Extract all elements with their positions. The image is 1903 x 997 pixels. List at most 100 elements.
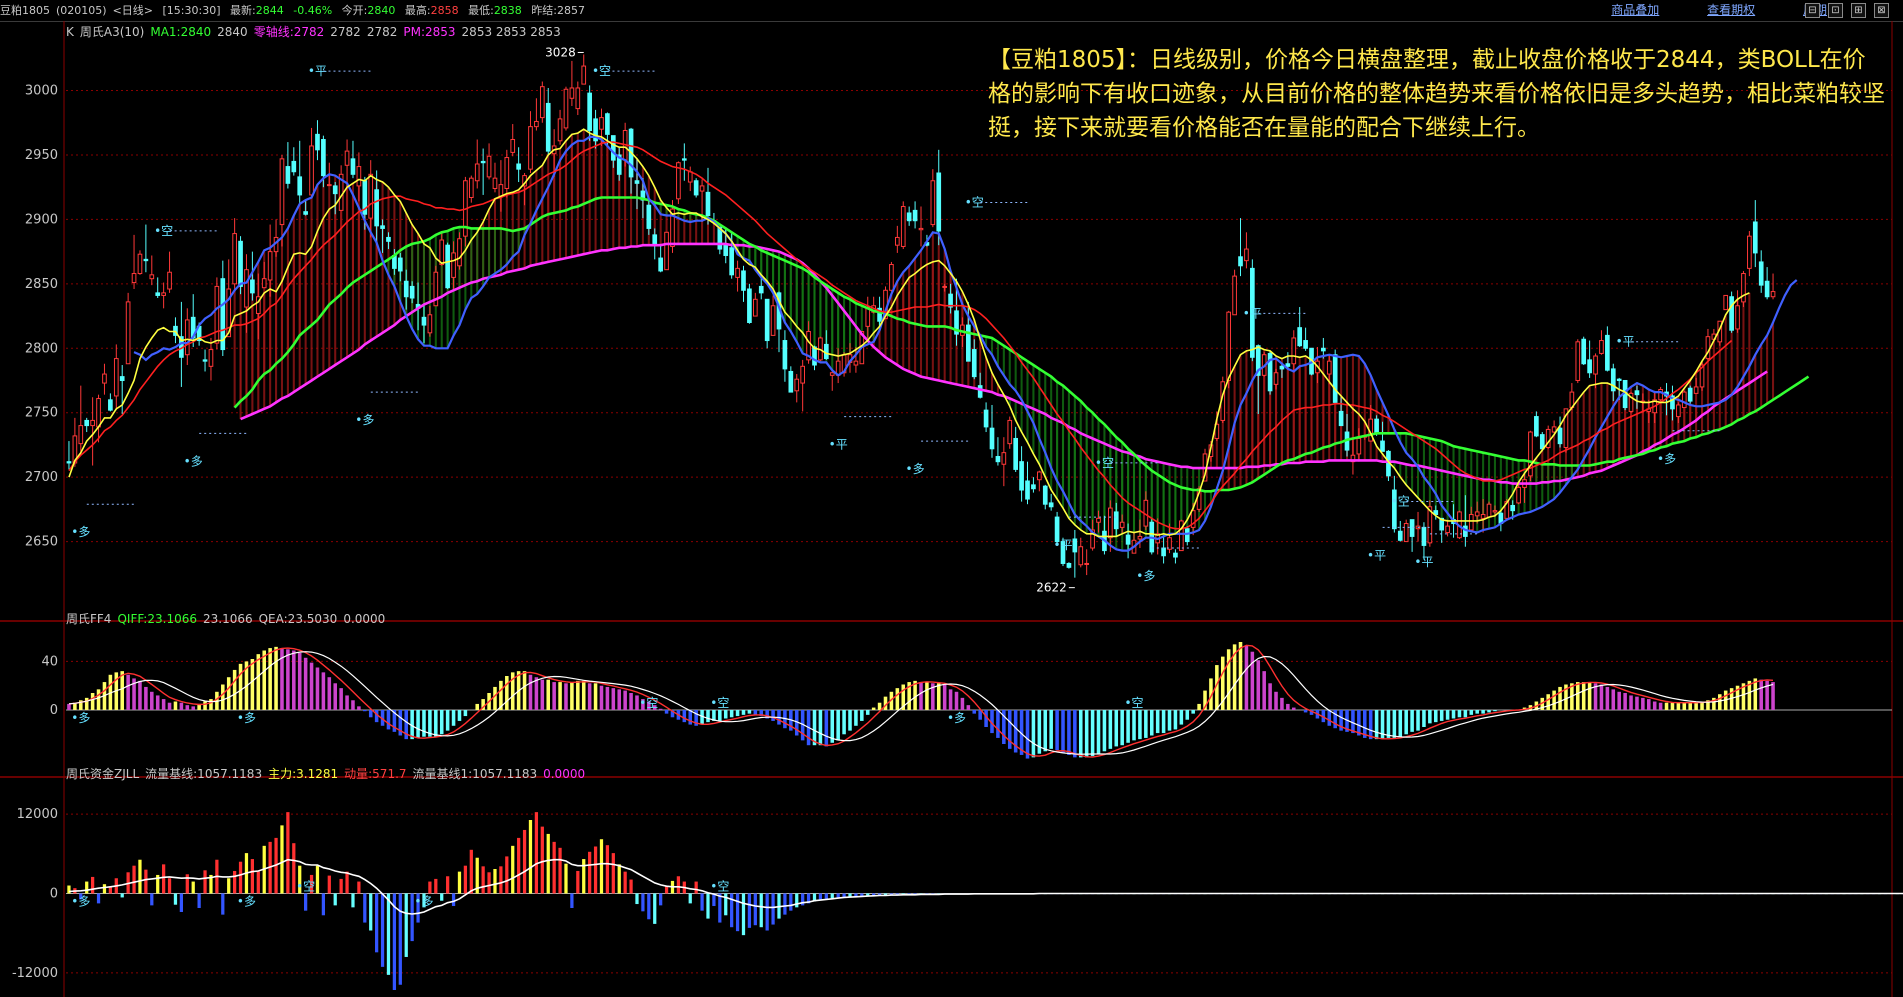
candle-body [1758,261,1764,286]
candle-body [451,252,456,278]
candle-body [646,204,652,229]
y-tick-label: -12000 [12,966,58,981]
candle-body [516,163,521,170]
candle-body [1587,359,1592,374]
flow-base1-label: 流量基线1:1057.1183 [412,767,538,781]
candle-body [1599,340,1604,354]
candle-body [510,139,516,153]
candle-body [202,359,208,362]
candle-body [823,343,829,360]
candle-body [1616,378,1622,381]
link-view-options[interactable]: 查看期权 [1707,3,1755,17]
zero-axis-label: 零轴线:2782 [253,25,325,39]
candle-body [149,274,155,280]
ff4-panel-header: 周氏FF4 QIFF:23.1066 23.1066 QEA:23.5030 0.000… [66,610,391,627]
candle-body [303,211,308,215]
candle-body [1605,334,1610,371]
candle-body [1291,337,1297,365]
candle-body [386,236,391,242]
candle-body [687,171,693,183]
candle-body [1007,419,1013,445]
candle-body [409,285,415,299]
close-icon[interactable]: ⊠ [1874,3,1889,18]
main-panel-header: K 周氏A3(10) MA1:2840 2840 零轴线:2782 2782 2782 PM:… [66,23,567,40]
high-label: 最高: [404,4,431,17]
candle-body [267,251,273,281]
candle-body [1244,248,1249,262]
candle-body [747,288,752,323]
symbol-name: 豆粕1805 [0,4,50,17]
restore-icon[interactable]: ⊡ [1828,3,1843,18]
candle-body [1486,503,1492,518]
chart-stage[interactable]: 2650 2700 2750 2800 2850 2900 2950 3000 •多 •空 •多 •平… [0,21,1903,997]
candle-body [794,378,800,392]
candle-body [989,427,995,450]
candle-body [250,279,255,294]
y-tick-label: 2750 [25,406,58,421]
candle-body [119,376,125,381]
candle-body [113,358,119,397]
candle-body [563,88,569,129]
minimize-icon[interactable]: ⊟ [1805,3,1820,18]
open-label: 今开: [341,4,368,17]
candle-body [468,177,474,199]
candle-body [208,349,214,367]
main-indicator-name: 周氏A3(10) [79,25,145,39]
candle-body [1445,525,1450,534]
candle-body [788,370,794,393]
candle-body [498,184,504,197]
chart-svg[interactable]: 2650 2700 2750 2800 2850 2900 2950 3000 •多 •空 •多 •平… [0,21,1903,997]
ma1-value: 2840 [217,25,248,39]
candle-body [782,340,788,370]
prev-settle-label: 昨结: [531,4,558,17]
candle-body [912,209,918,222]
candle-body [918,227,924,231]
candle-body [610,135,616,161]
candle-body [1480,514,1486,519]
candle-body [232,233,237,285]
low-extreme-label: 2622 [1036,581,1067,595]
candle-body [829,372,835,376]
candle-body [421,316,427,326]
pm-values: 2853 2853 2853 [461,25,561,39]
candle-body [1232,275,1237,316]
candle-body [344,150,350,166]
y-tick-label: 2700 [25,470,58,485]
candle-body [1048,502,1054,508]
candle-body [1741,273,1746,303]
last-label: 最新: [230,4,256,17]
candle-body [1516,486,1521,504]
ff4-signal: •多 [947,711,966,725]
candle-body [569,87,575,99]
candle-body [894,236,900,246]
zjll-flow-line [68,858,1903,915]
candle-body [480,160,486,164]
candle-body [1273,372,1279,385]
candle-body [492,177,498,189]
candle-body [1084,562,1090,565]
candle-body [1634,390,1640,396]
candle-body [853,360,859,366]
window-controls: ⊟ ⊡ ⊞ ⊠ [1805,3,1895,18]
candle-body [1285,363,1291,367]
maximize-icon[interactable]: ⊞ [1851,3,1866,18]
candle-body [1687,387,1693,402]
candle-body [800,365,805,384]
candle-body [699,185,705,192]
zjll-extra: 0.0000 [543,767,586,781]
candle-body [297,176,303,196]
candle-body [504,157,510,189]
candle-body [1184,528,1190,543]
pm-label: PM:2853 [403,25,456,39]
ff4-signal: •多 [71,711,90,725]
candle-body [1238,256,1243,267]
ma1-label: MA1:2840 [150,25,212,39]
link-overlay-commodity[interactable]: 商品叠加 [1611,3,1659,17]
candle-body [652,234,658,245]
candle-body [1226,311,1232,381]
candle-body [1108,507,1113,539]
candle-body [658,257,663,272]
candle-body [309,145,314,196]
candle-body [693,180,699,196]
low-value: 2838 [493,4,522,17]
